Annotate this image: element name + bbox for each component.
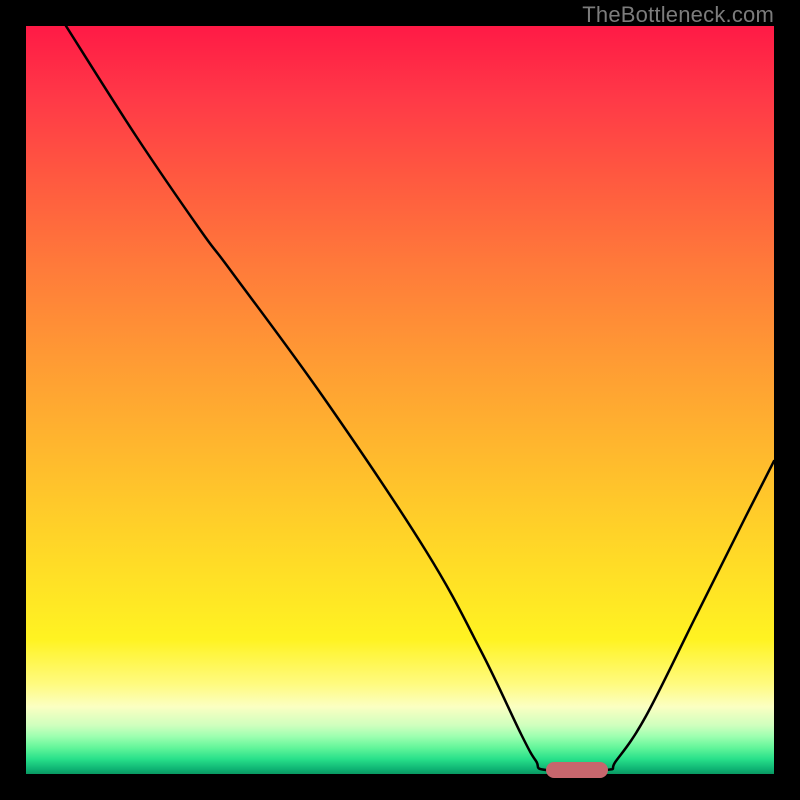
watermark-text: TheBottleneck.com <box>582 2 774 28</box>
plot-area <box>26 26 774 774</box>
chart-frame: TheBottleneck.com <box>0 0 800 800</box>
optimal-range-marker <box>546 762 608 778</box>
bottleneck-curve <box>26 26 774 774</box>
